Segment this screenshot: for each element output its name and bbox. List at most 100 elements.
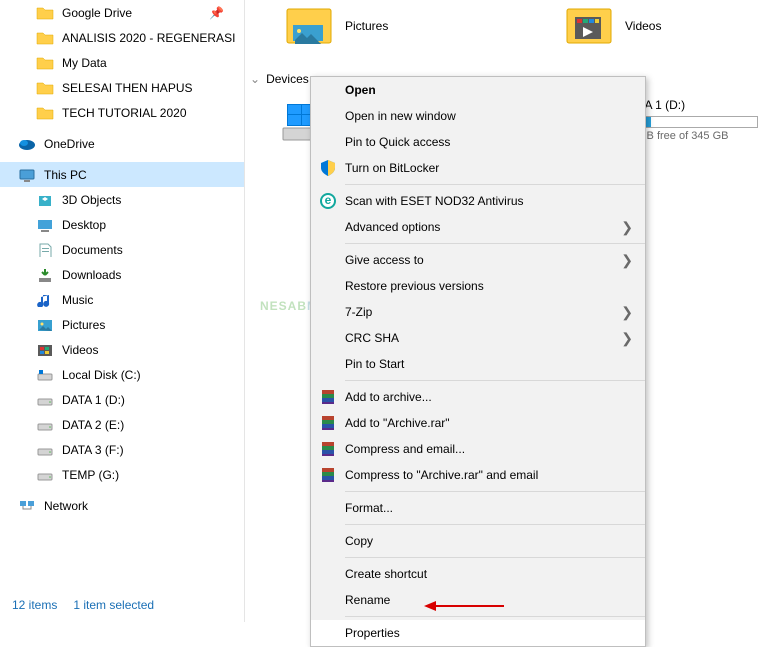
folder-pictures[interactable]: Pictures — [245, 2, 525, 50]
menu-add-archive[interactable]: Add to archive... — [311, 384, 645, 410]
menu-rename[interactable]: Rename — [311, 587, 645, 613]
nav-music[interactable]: Music — [0, 287, 244, 312]
status-bar: 12 items 1 item selected — [12, 598, 154, 612]
winrar-icon — [319, 466, 337, 484]
nav-google-drive[interactable]: Google Drive 📌 — [0, 0, 244, 25]
menu-create-shortcut[interactable]: Create shortcut — [311, 561, 645, 587]
drive-icon — [36, 442, 54, 457]
nav-label: Google Drive — [62, 6, 132, 20]
nav-this-pc[interactable]: This PC — [0, 162, 244, 187]
menu-separator — [345, 524, 645, 525]
nav-label: TEMP (G:) — [62, 468, 119, 482]
onedrive-icon — [18, 136, 36, 151]
folder-icon — [36, 105, 54, 120]
nav-mydata[interactable]: My Data — [0, 50, 244, 75]
nav-analisis[interactable]: ANALISIS 2020 - REGENERASI — [0, 25, 244, 50]
menu-compress-email[interactable]: Compress and email... — [311, 436, 645, 462]
winrar-icon — [319, 440, 337, 458]
menu-restore-versions[interactable]: Restore previous versions — [311, 273, 645, 299]
shield-icon — [319, 159, 337, 177]
menu-format[interactable]: Format... — [311, 495, 645, 521]
folder-label: Videos — [625, 19, 661, 33]
this-pc-icon — [18, 167, 36, 182]
pin-icon: 📌 — [209, 6, 224, 20]
menu-properties[interactable]: Properties — [311, 620, 645, 646]
menu-separator — [345, 616, 645, 617]
nav-label: 3D Objects — [62, 193, 121, 207]
nav-data3-f[interactable]: DATA 3 (F:) — [0, 437, 244, 462]
nav-label: Desktop — [62, 218, 106, 232]
network-icon — [18, 498, 36, 513]
menu-pin-quick-access[interactable]: Pin to Quick access — [311, 129, 645, 155]
navigation-pane: Google Drive 📌 ANALISIS 2020 - REGENERAS… — [0, 0, 245, 622]
section-devices[interactable]: ⌄ Devices — [250, 72, 309, 86]
context-menu: Open Open in new window Pin to Quick acc… — [310, 76, 646, 647]
pictures-icon — [36, 317, 54, 332]
desktop-icon — [36, 217, 54, 232]
downloads-icon — [36, 267, 54, 282]
chevron-down-icon: ⌄ — [250, 72, 260, 86]
drive-free-space: GB free of 345 GB — [638, 128, 758, 142]
chevron-right-icon: ❯ — [621, 252, 633, 269]
nav-data2-e[interactable]: DATA 2 (E:) — [0, 412, 244, 437]
menu-separator — [345, 557, 645, 558]
nav-label: Local Disk (C:) — [62, 368, 141, 382]
drive-icon — [36, 367, 54, 382]
menu-advanced-options[interactable]: Advanced options❯ — [311, 214, 645, 240]
nav-network[interactable]: Network — [0, 493, 244, 518]
nav-label: OneDrive — [44, 137, 95, 151]
nav-label: DATA 2 (E:) — [62, 418, 124, 432]
folder-videos[interactable]: Videos — [525, 2, 768, 50]
nav-label: TECH TUTORIAL 2020 — [62, 106, 187, 120]
nav-selesai[interactable]: SELESAI THEN HAPUS — [0, 75, 244, 100]
folder-icon — [36, 80, 54, 95]
menu-separator — [345, 243, 645, 244]
nav-downloads[interactable]: Downloads — [0, 262, 244, 287]
menu-give-access-to[interactable]: Give access to❯ — [311, 247, 645, 273]
section-label: Devices — [266, 72, 309, 86]
nav-label: DATA 3 (F:) — [62, 443, 124, 457]
nav-label: Downloads — [62, 268, 121, 282]
nav-label: Documents — [62, 243, 123, 257]
menu-compress-rar-email[interactable]: Compress to "Archive.rar" and email — [311, 462, 645, 488]
chevron-right-icon: ❯ — [621, 330, 633, 347]
nav-label: Network — [44, 499, 88, 513]
drive-icon — [36, 417, 54, 432]
menu-open[interactable]: Open — [311, 77, 645, 103]
nav-onedrive[interactable]: OneDrive — [0, 131, 244, 156]
documents-icon — [36, 242, 54, 257]
nav-pictures[interactable]: Pictures — [0, 312, 244, 337]
winrar-icon — [319, 414, 337, 432]
menu-add-archive-rar[interactable]: Add to "Archive.rar" — [311, 410, 645, 436]
drive-icon — [36, 392, 54, 407]
menu-pin-start[interactable]: Pin to Start — [311, 351, 645, 377]
drive-data1-d[interactable]: TA 1 (D:) GB free of 345 GB — [638, 98, 758, 142]
menu-7zip[interactable]: 7-Zip❯ — [311, 299, 645, 325]
folder-icon — [36, 55, 54, 70]
nav-tech-tutorial[interactable]: TECH TUTORIAL 2020 — [0, 100, 244, 125]
menu-separator — [345, 380, 645, 381]
nav-label: ANALISIS 2020 - REGENERASI — [62, 31, 235, 45]
nav-videos[interactable]: Videos — [0, 337, 244, 362]
menu-copy[interactable]: Copy — [311, 528, 645, 554]
folder-icon — [36, 5, 54, 20]
videos-icon — [36, 342, 54, 357]
menu-open-new-window[interactable]: Open in new window — [311, 103, 645, 129]
nav-label: My Data — [62, 56, 107, 70]
drive-icon — [36, 467, 54, 482]
status-item-count: 12 items — [12, 598, 57, 612]
menu-crc-sha[interactable]: CRC SHA❯ — [311, 325, 645, 351]
nav-label: This PC — [44, 168, 87, 182]
folder-icon — [36, 30, 54, 45]
nav-data1-d[interactable]: DATA 1 (D:) — [0, 387, 244, 412]
menu-eset-scan[interactable]: Scan with ESET NOD32 Antivirus — [311, 188, 645, 214]
videos-folder-icon — [565, 5, 613, 47]
nav-label: SELESAI THEN HAPUS — [62, 81, 193, 95]
nav-local-disk-c[interactable]: Local Disk (C:) — [0, 362, 244, 387]
nav-documents[interactable]: Documents — [0, 237, 244, 262]
nav-3d-objects[interactable]: 3D Objects — [0, 187, 244, 212]
nav-label: Music — [62, 293, 93, 307]
nav-temp-g[interactable]: TEMP (G:) — [0, 462, 244, 487]
nav-desktop[interactable]: Desktop — [0, 212, 244, 237]
menu-bitlocker[interactable]: Turn on BitLocker — [311, 155, 645, 181]
